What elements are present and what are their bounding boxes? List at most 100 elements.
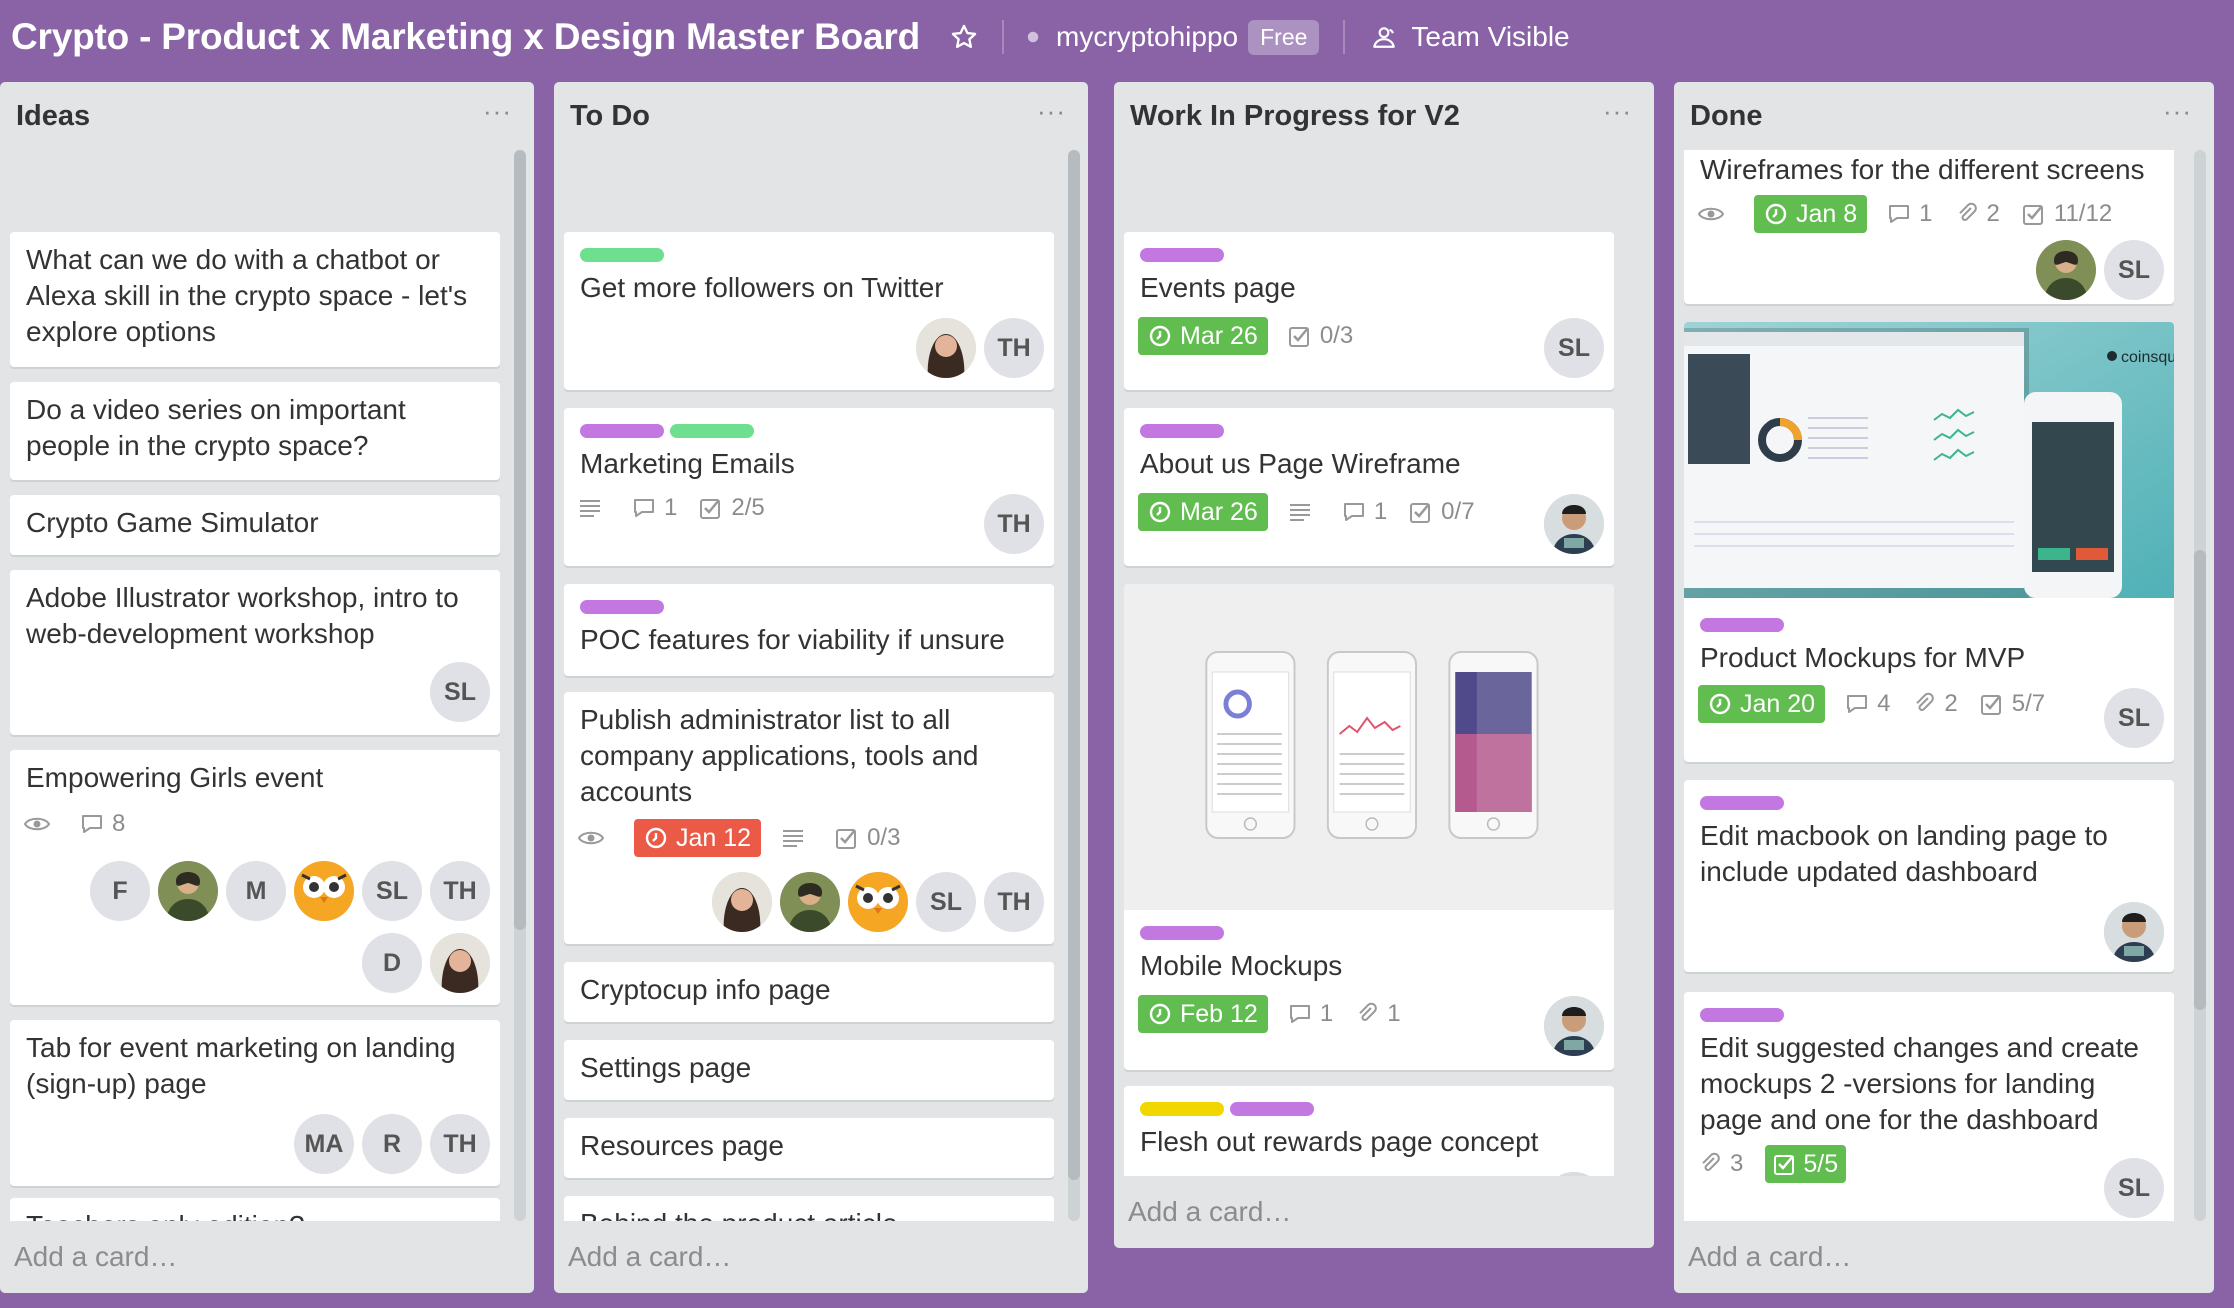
- card-members: SL TH: [704, 872, 1044, 932]
- card[interactable]: Teachers only edition?: [10, 1198, 500, 1221]
- card[interactable]: Crypto Game Simulator: [10, 495, 500, 555]
- member-avatar-photo[interactable]: [712, 872, 772, 932]
- card[interactable]: Publish administrator list to all compan…: [564, 692, 1054, 944]
- due-date-badge[interactable]: Mar 26: [1138, 317, 1268, 355]
- card[interactable]: coinsquare Product Mockups for MVP Jan 2…: [1684, 322, 2174, 762]
- list-menu-button[interactable]: ···: [483, 96, 512, 127]
- member-avatar[interactable]: SL: [430, 662, 490, 722]
- member-avatar-photo[interactable]: [158, 861, 218, 921]
- member-avatar[interactable]: SL: [2104, 240, 2164, 300]
- list-title[interactable]: Work In Progress for V2: [1130, 100, 1460, 133]
- comments-badge: 4: [1845, 690, 1890, 718]
- card[interactable]: Flesh out rewards page concept 1: [1124, 1086, 1614, 1176]
- member-avatar[interactable]: SL: [1544, 318, 1604, 378]
- list-title[interactable]: To Do: [570, 100, 650, 133]
- member-avatar[interactable]: TH: [430, 861, 490, 921]
- card-label: [1140, 248, 1224, 262]
- member-avatar-photo[interactable]: [916, 318, 976, 378]
- member-avatar-photo[interactable]: [1544, 494, 1604, 554]
- star-button[interactable]: [950, 23, 978, 51]
- member-avatar[interactable]: SL: [2104, 688, 2164, 748]
- member-avatar[interactable]: D: [362, 933, 422, 993]
- due-date-badge[interactable]: Jan 12: [634, 819, 762, 857]
- card[interactable]: Adobe Illustrator workshop, intro to web…: [10, 570, 500, 735]
- member-avatar-photo[interactable]: [780, 872, 840, 932]
- list-scrollbar[interactable]: [2194, 150, 2206, 1221]
- card[interactable]: Empowering Girls event 8 F M SL TH D: [10, 750, 500, 1005]
- scrollbar-thumb[interactable]: [1068, 150, 1080, 1180]
- list-title[interactable]: Done: [1690, 100, 1763, 133]
- scrollbar-thumb[interactable]: [2194, 550, 2206, 1010]
- card-cover-image: [1124, 584, 1614, 910]
- member-avatar-photo[interactable]: [430, 933, 490, 993]
- card[interactable]: About us Page Wireframe Mar 26 1 0/7: [1124, 408, 1614, 566]
- member-avatar-photo[interactable]: [2104, 902, 2164, 962]
- header-divider: [1343, 20, 1346, 54]
- comments-count: 4: [1877, 690, 1891, 717]
- due-date-badge[interactable]: Jan 20: [1698, 685, 1826, 723]
- add-card-button[interactable]: Add a card…: [14, 1231, 520, 1283]
- card-title: Crypto Game Simulator: [26, 507, 319, 538]
- member-avatar[interactable]: R: [362, 1114, 422, 1174]
- card[interactable]: Mobile Mockups Feb 12 1 1: [1124, 584, 1614, 1070]
- card[interactable]: Resources page: [564, 1118, 1054, 1178]
- attachments-count: 2: [1944, 690, 1958, 717]
- member-avatar[interactable]: MA: [294, 1114, 354, 1174]
- comments-count: 1: [1170, 1174, 1183, 1176]
- member-avatar[interactable]: TH: [430, 1114, 490, 1174]
- owl-icon: [848, 872, 908, 932]
- list-header: Done ···: [1674, 82, 2214, 150]
- due-date-badge[interactable]: Mar 26: [1138, 493, 1268, 531]
- add-card-button[interactable]: Add a card…: [1128, 1186, 1640, 1238]
- list-menu-button[interactable]: ···: [1603, 96, 1632, 127]
- member-avatar[interactable]: M: [226, 861, 286, 921]
- list-title[interactable]: Ideas: [16, 100, 90, 133]
- checklist-icon: [1410, 503, 1431, 523]
- paperclip-icon: [1702, 1152, 1720, 1171]
- team-button[interactable]: mycryptohippo Free: [1024, 19, 1320, 55]
- member-avatar[interactable]: TH: [984, 872, 1044, 932]
- member-avatar[interactable]: SL: [2104, 1158, 2164, 1218]
- svg-text:coinsquare: coinsquare: [2121, 349, 2174, 366]
- board-title[interactable]: Crypto - Product x Marketing x Design Ma…: [11, 16, 920, 58]
- card[interactable]: Cryptocup info page: [564, 962, 1054, 1022]
- member-avatar[interactable]: TH: [984, 318, 1044, 378]
- team-visible-icon: [1373, 27, 1396, 48]
- card[interactable]: POC features for viability if unsure: [564, 584, 1054, 676]
- card[interactable]: Wireframes for the different screens Jan…: [1684, 150, 2174, 304]
- add-card-button[interactable]: Add a card…: [568, 1231, 1074, 1283]
- member-avatar-owl[interactable]: [294, 861, 354, 921]
- member-avatar[interactable]: F: [90, 861, 150, 921]
- scrollbar-thumb[interactable]: [514, 150, 526, 930]
- card-members: [1536, 1172, 1604, 1176]
- member-avatar[interactable]: SL: [916, 872, 976, 932]
- due-date-badge[interactable]: Feb 12: [1138, 995, 1268, 1033]
- member-avatar-photo[interactable]: [1544, 996, 1604, 1056]
- card[interactable]: Edit suggested changes and create mockup…: [1684, 992, 2174, 1221]
- member-avatar-photo[interactable]: [1544, 1172, 1604, 1176]
- list-menu-button[interactable]: ···: [1037, 96, 1066, 127]
- avatar-photo-icon: [712, 872, 772, 932]
- card-members: TH: [976, 494, 1044, 554]
- list-scrollbar[interactable]: [514, 150, 526, 1221]
- clock-icon: [1149, 1003, 1171, 1025]
- card-title: Teachers only edition?: [26, 1208, 486, 1221]
- list-scrollbar[interactable]: [1068, 150, 1080, 1221]
- list-menu-button[interactable]: ···: [2163, 96, 2192, 127]
- member-avatar[interactable]: SL: [362, 861, 422, 921]
- member-avatar-photo[interactable]: [2036, 240, 2096, 300]
- card[interactable]: Settings page: [564, 1040, 1054, 1100]
- due-date-badge[interactable]: Jan 8: [1754, 195, 1868, 233]
- card[interactable]: Get more followers on Twitter TH: [564, 232, 1054, 390]
- card[interactable]: What can we do with a chatbot or Alexa s…: [10, 232, 500, 367]
- visibility-button[interactable]: Team Visible: [1371, 21, 1570, 53]
- card[interactable]: Do a video series on important people in…: [10, 382, 500, 480]
- add-card-button[interactable]: Add a card…: [1688, 1231, 2200, 1283]
- member-avatar-owl[interactable]: [848, 872, 908, 932]
- card[interactable]: Edit macbook on landing page to include …: [1684, 780, 2174, 972]
- card[interactable]: Marketing Emails 1 2/5 TH: [564, 408, 1054, 566]
- card[interactable]: Events page Mar 26 0/3 SL: [1124, 232, 1614, 390]
- card[interactable]: Behind the product article: [564, 1196, 1054, 1221]
- card[interactable]: Tab for event marketing on landing (sign…: [10, 1020, 500, 1186]
- member-avatar[interactable]: TH: [984, 494, 1044, 554]
